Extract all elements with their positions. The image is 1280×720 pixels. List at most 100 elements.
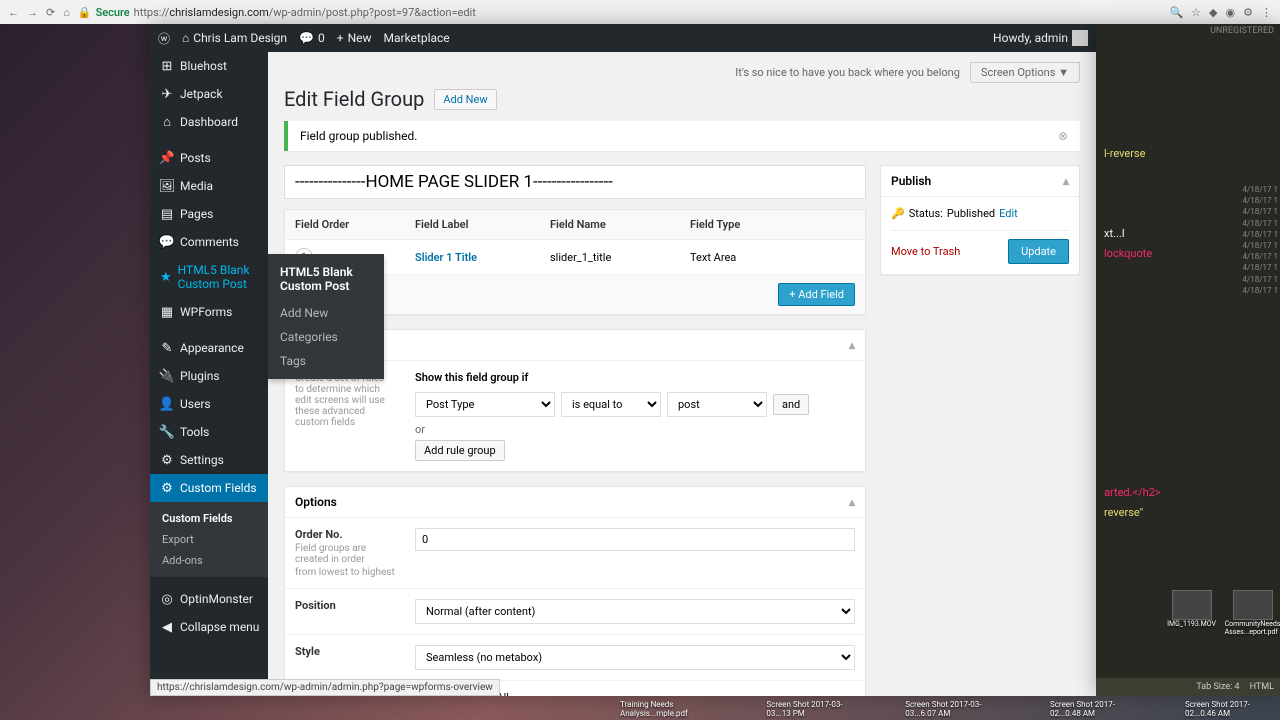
add-new-button[interactable]: Add New — [434, 89, 496, 110]
sidebar-item-plugins[interactable]: 🔌Plugins — [150, 362, 268, 390]
ext2-icon[interactable]: ◉ — [1226, 6, 1236, 19]
comments-link[interactable]: 💬 0 — [299, 31, 325, 45]
address-bar[interactable]: 🔒 Secure https://chrislamdesign.com/wp-a… — [78, 6, 1162, 19]
comments-icon: 💬 — [160, 235, 174, 249]
sidebar-item-media[interactable]: 🖼Media — [150, 172, 268, 200]
dock-file[interactable]: Training Needs Analysis...mple.pdf — [620, 700, 726, 718]
new-link[interactable]: + New — [337, 31, 372, 45]
users-icon: 👤 — [160, 397, 174, 411]
notice-text: Field group published. — [300, 129, 417, 143]
fields-table-head: Field Order Field Label Field Name Field… — [285, 210, 865, 240]
sidebar-item-optinmonster[interactable]: ◎OptinMonster — [150, 585, 268, 613]
grid-icon: ⊞ — [160, 59, 174, 73]
reload-icon[interactable]: ⟳ — [46, 6, 55, 19]
rule-param-select[interactable]: Post Type — [415, 392, 555, 417]
gear-icon: ⚙ — [160, 481, 174, 495]
group-title-input[interactable] — [284, 165, 866, 199]
lang-mode[interactable]: HTML — [1250, 682, 1274, 692]
edit-status-link[interactable]: Edit — [999, 207, 1018, 220]
desktop-file[interactable]: CommunityNeeds Asses...eport.pdf — [1225, 590, 1280, 636]
site-link[interactable]: ⌂ Chris Lam Design — [182, 31, 287, 45]
dock-file[interactable]: Screen Shot 2017-03-03...13 PM — [766, 700, 865, 718]
dock-file[interactable]: Screen Shot 2017-03-03...6.07 AM — [905, 700, 1010, 718]
tab-size[interactable]: Tab Size: 4 — [1196, 682, 1239, 692]
forward-icon[interactable]: → — [27, 6, 38, 19]
wp-sidebar: ⊞Bluehost ✈Jetpack ⌂Dashboard 📌Posts 🖼Me… — [150, 52, 268, 696]
dock-file[interactable]: Screen Shot 2017-02...0.48 AM — [1050, 700, 1145, 718]
flyout-head[interactable]: HTML5 Blank Custom Post — [268, 260, 384, 301]
zoom-icon[interactable]: 🔍 — [1169, 6, 1183, 19]
add-field-button[interactable]: + Add Field — [778, 283, 855, 306]
wp-adminbar: ⓦ ⌂ Chris Lam Design 💬 0 + New Marketpla… — [150, 24, 1096, 52]
publish-postbox: Publish ▴ 🔑 Status: Published Edit — [880, 165, 1080, 275]
sidebar-collapse[interactable]: ◀Collapse menu — [150, 613, 268, 641]
sidebar-item-bluehost[interactable]: ⊞Bluehost — [150, 52, 268, 80]
flyout-tags[interactable]: Tags — [268, 349, 384, 373]
back-icon[interactable]: ← — [8, 6, 19, 19]
dock-files: Training Needs Analysis...mple.pdf Scree… — [620, 700, 1280, 720]
sidebar-item-appearance[interactable]: ✎Appearance — [150, 334, 268, 362]
pin-icon: 📌 — [160, 151, 174, 165]
settings-icon[interactable]: ⚙ — [1243, 6, 1253, 19]
sidebar-item-settings[interactable]: ⚙Settings — [150, 446, 268, 474]
welcome-text: It's so nice to have you back where you … — [735, 66, 960, 79]
or-label: or — [415, 423, 855, 436]
update-button[interactable]: Update — [1008, 239, 1069, 264]
dismiss-notice-icon[interactable]: ⊗ — [1058, 129, 1068, 143]
marketplace-link[interactable]: Marketplace — [384, 31, 450, 45]
home-icon[interactable]: ⌂ — [63, 6, 70, 19]
status-value: Published — [947, 207, 995, 220]
optin-icon: ◎ — [160, 592, 174, 606]
sidebar-item-posts[interactable]: 📌Posts — [150, 144, 268, 172]
field-label-link[interactable]: Slider 1 Title — [415, 251, 477, 264]
dock-file[interactable]: Screen Shot 2017-02...0.46 AM — [1185, 700, 1280, 718]
sidebar-item-custom-fields[interactable]: ⚙Custom Fields — [150, 474, 268, 502]
wp-logo[interactable]: ⓦ — [158, 30, 170, 47]
howdy-link[interactable]: Howdy, admin — [993, 30, 1088, 46]
sidebar-item-tools[interactable]: 🔧Tools — [150, 418, 268, 446]
lock-icon: 🔒 — [78, 6, 92, 19]
style-select[interactable]: Seamless (no metabox) — [415, 645, 855, 670]
order-no-input[interactable] — [415, 528, 855, 551]
publish-header[interactable]: Publish ▴ — [881, 166, 1079, 197]
avatar — [1072, 30, 1088, 46]
rule-operator-select[interactable]: is equal to — [561, 392, 661, 417]
sidebar-item-users[interactable]: 👤Users — [150, 390, 268, 418]
sidebar-item-html5-blank[interactable]: ★HTML5 Blank Custom Post — [150, 256, 268, 298]
brush-icon: ✎ — [160, 341, 174, 355]
position-select[interactable]: Normal (after content) — [415, 599, 855, 624]
options-header[interactable]: Options ▴ — [285, 487, 865, 518]
submenu-addons[interactable]: Add-ons — [150, 550, 268, 571]
toggle-icon[interactable]: ▴ — [849, 338, 855, 352]
field-type: Text Area — [680, 243, 865, 272]
sidebar-item-jetpack[interactable]: ✈Jetpack — [150, 80, 268, 108]
sidebar-item-comments[interactable]: 💬Comments — [150, 228, 268, 256]
status-label: Status: — [909, 207, 943, 220]
move-to-trash-link[interactable]: Move to Trash — [891, 245, 960, 258]
sidebar-item-pages[interactable]: ▤Pages — [150, 200, 268, 228]
rule-value-select[interactable]: post — [667, 392, 767, 417]
sidebar-item-dashboard[interactable]: ⌂Dashboard — [150, 108, 268, 136]
flyout-categories[interactable]: Categories — [268, 325, 384, 349]
show-if-label: Show this field group if — [415, 371, 855, 384]
secure-label: Secure — [96, 6, 130, 19]
screen-options-button[interactable]: Screen Options ▼ — [970, 62, 1080, 83]
toggle-icon[interactable]: ▴ — [849, 495, 855, 509]
unregistered-label: UNREGISTERED — [1210, 26, 1274, 36]
flyout-add-new[interactable]: Add New — [268, 301, 384, 325]
desktop-file[interactable]: IMG_1193.MOV — [1164, 590, 1219, 636]
ext1-icon[interactable]: ◆ — [1209, 6, 1217, 19]
and-button[interactable]: and — [773, 394, 809, 415]
browser-toolbar: ← → ⟳ ⌂ 🔒 Secure https://chrislamdesign.… — [0, 0, 1280, 24]
menu-icon[interactable]: ⋮ — [1261, 6, 1272, 19]
star-icon[interactable]: ☆ — [1191, 6, 1201, 19]
desktop-icons: IMG_1193.MOV CommunityNeeds Asses...epor… — [1164, 590, 1280, 636]
add-rule-group-button[interactable]: Add rule group — [415, 440, 505, 461]
notice-published: Field group published. ⊗ — [284, 121, 1080, 151]
toggle-icon[interactable]: ▴ — [1063, 174, 1069, 188]
submenu-custom-fields-list[interactable]: Custom Fields — [150, 508, 268, 529]
page-title: Edit Field Group — [284, 87, 424, 111]
submenu-export[interactable]: Export — [150, 529, 268, 550]
sidebar-item-wpforms[interactable]: ▦WPForms — [150, 298, 268, 326]
collapse-icon: ◀ — [160, 620, 174, 634]
